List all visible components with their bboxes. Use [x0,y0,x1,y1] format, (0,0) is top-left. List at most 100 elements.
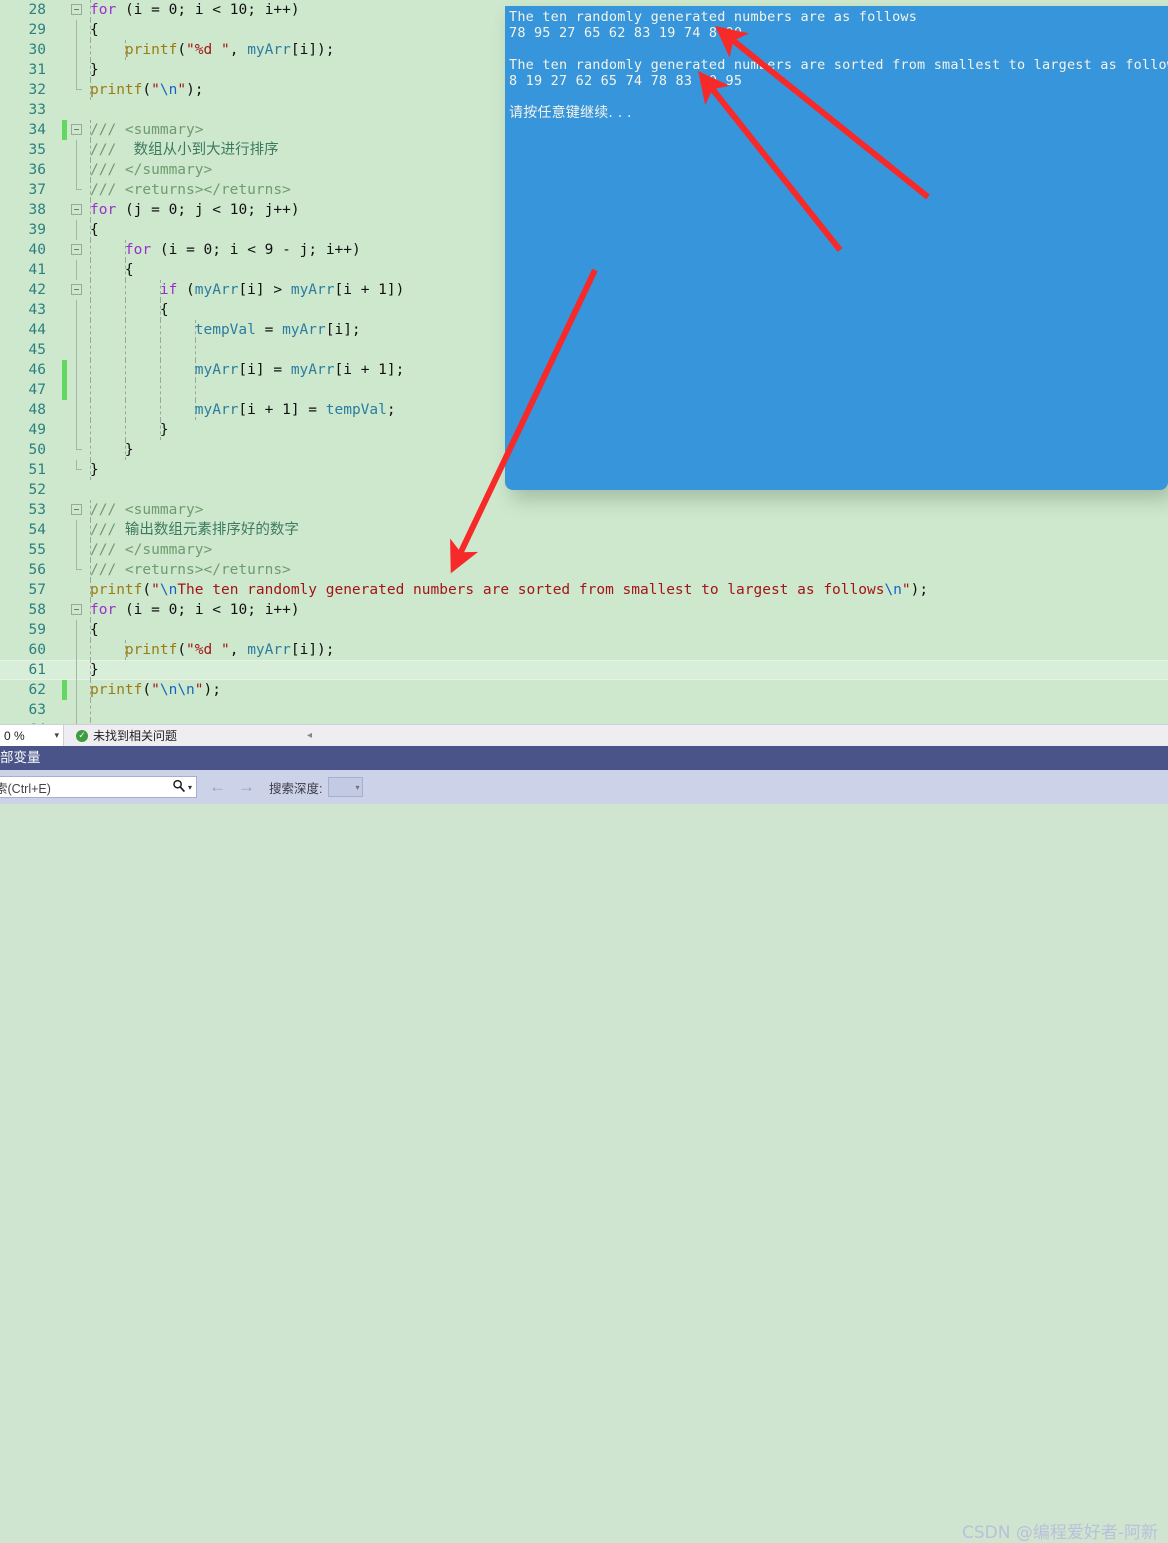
search-icon[interactable] [170,779,188,796]
search-options-chevron-icon[interactable]: ▾ [188,783,196,792]
console-line: 请按任意键继续. . . [509,105,632,121]
code-text: for (i = 0; i < 10; i++) [90,2,300,18]
code-line[interactable]: 55 /// </summary> [0,540,1168,560]
line-number: 38 [28,202,46,218]
fold-guide-line [76,220,77,240]
code-text: } [90,462,99,478]
code-text: { [124,262,134,278]
indent-guide [160,380,161,400]
fold-guide-line [76,20,77,40]
code-text: myArr[i] = myArr[i + 1]; [194,362,405,378]
search-depth-selector[interactable]: ▾ [328,777,364,797]
line-number: 30 [28,42,46,58]
fold-guide-line [76,620,77,640]
code-text: printf("%d ", myArr[i]); [124,42,335,58]
console-line: The ten randomly generated numbers are s… [509,57,1168,73]
fold-collapse-icon[interactable] [71,504,82,515]
issue-status: ✓ 未找到相关问题 [76,727,177,744]
locals-debug-panel[interactable]: 部变量 索(Ctrl+E) ▾ ← → 搜索深度: ▾ CSDN @编程爱好者-… [0,746,1168,1543]
code-line[interactable]: 58 for (i = 0; i < 10; i++) [0,600,1168,620]
chevron-down-icon: ▾ [54,730,59,740]
check-circle-icon: ✓ [76,729,88,742]
code-text: } [124,442,134,458]
line-number: 34 [28,122,46,138]
code-text: for (j = 0; j < 10; j++) [90,202,300,218]
code-text: /// <summary> [90,122,204,138]
console-line: 8 19 27 62 65 74 78 83 90 95 [509,73,743,89]
line-number: 31 [28,62,46,78]
fold-guide-end [76,80,82,90]
line-number: 63 [28,702,46,718]
fold-guide-end [76,560,82,570]
fold-collapse-icon[interactable] [71,4,82,15]
code-line[interactable]: 59 { [0,620,1168,640]
code-text: printf("\n\n"); [90,682,221,698]
change-indicator-bar [62,380,67,400]
fold-guide-line [76,160,77,180]
code-line[interactable]: 57 printf("\nThe ten randomly generated n… [0,580,1168,600]
search-depth-label: 搜索深度: [269,781,323,796]
line-number: 35 [28,142,46,158]
code-line[interactable]: 60 printf("%d ", myArr[i]); [0,640,1168,660]
code-line[interactable]: 53 /// <summary> [0,500,1168,520]
forward-arrow-icon[interactable]: → [238,777,255,797]
code-text: for (i = 0; i < 9 - j; i++) [124,242,361,258]
change-indicator-bar [62,360,67,380]
fold-guide-line [76,520,77,540]
code-text: /// </summary> [90,162,213,178]
code-line[interactable]: 61} [0,660,1168,680]
code-text: } [159,422,169,438]
code-text: { [159,302,169,318]
fold-guide-line [76,360,77,380]
indent-guide [90,700,91,720]
fold-guide-end [76,460,82,470]
console-output-window[interactable]: The ten randomly generated numbers are a… [505,6,1168,490]
code-text: /// 数组从小到大进行排序 [90,142,279,158]
fold-guide-line [76,320,77,340]
fold-collapse-icon[interactable] [71,284,82,295]
line-number: 32 [28,82,46,98]
fold-guide-line [76,340,77,360]
issue-nav-collapse-icon[interactable]: ◂ [307,730,312,741]
indent-guide [90,340,91,360]
line-number: 47 [28,382,46,398]
fold-guide-line [76,540,77,560]
line-number: 43 [28,302,46,318]
fold-guide-line [76,40,77,60]
panel-toolbar[interactable]: 索(Ctrl+E) ▾ ← → 搜索深度: ▾ [0,770,1168,804]
line-number: 54 [28,522,46,538]
search-input[interactable]: 索(Ctrl+E) ▾ [0,776,197,798]
fold-collapse-icon[interactable] [71,124,82,135]
fold-guide-line [76,260,77,280]
code-text: printf("\n"); [90,82,204,98]
line-number: 45 [28,342,46,358]
chevron-down-icon: ▾ [355,782,360,792]
code-text: tempVal = myArr[i]; [194,322,361,338]
fold-collapse-icon[interactable] [71,604,82,615]
line-number: 36 [28,162,46,178]
fold-guide-line [76,60,77,80]
editor-status-bar[interactable]: 0 % ▾ ✓ 未找到相关问题 ◂ [0,724,1168,746]
code-line[interactable]: 63 [0,700,1168,720]
line-number: 49 [28,422,46,438]
code-text: printf("\nThe ten randomly generated num… [90,582,929,598]
code-text: /// <returns></returns> [90,562,291,578]
line-number: 52 [28,482,46,498]
fold-collapse-icon[interactable] [71,204,82,215]
code-text: /// <summary> [90,502,204,518]
back-arrow-icon[interactable]: ← [209,777,226,797]
zoom-level-selector[interactable]: 0 % ▾ [0,725,64,746]
code-text: printf("%d ", myArr[i]); [124,642,335,658]
code-text: myArr[i + 1] = tempVal; [194,402,396,418]
code-text: for (i = 0; i < 10; i++) [90,602,300,618]
panel-title: 部变量 [0,750,41,765]
code-line[interactable]: 62 printf("\n\n"); [0,680,1168,700]
fold-guide-line [76,640,77,660]
line-number: 46 [28,362,46,378]
fold-guide-line [76,400,77,420]
fold-collapse-icon[interactable] [71,244,82,255]
code-line[interactable]: 54 /// 输出数组元素排序好的数字 [0,520,1168,540]
code-line[interactable]: 56 /// <returns></returns> [0,560,1168,580]
